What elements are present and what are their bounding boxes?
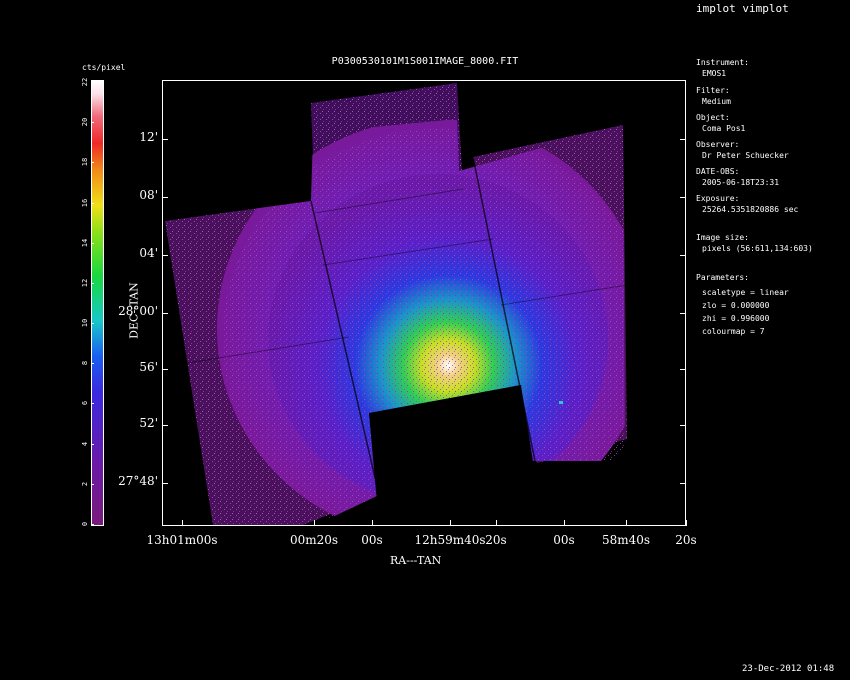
y-tick-mark bbox=[680, 425, 685, 426]
colorbar-tick-mark bbox=[91, 483, 94, 485]
colorbar-tick-label: 8 bbox=[81, 361, 89, 366]
y-tick-mark bbox=[163, 197, 168, 198]
colorbar-tick-mark bbox=[91, 443, 94, 445]
x-tick-label: 20s bbox=[485, 533, 507, 547]
x-tick-label: 00m20s bbox=[289, 533, 339, 547]
x-tick-mark bbox=[686, 520, 687, 526]
colorbar-tick-label: 2 bbox=[81, 481, 89, 486]
y-tick-mark bbox=[680, 197, 685, 198]
colorbar-tick-label: 12 bbox=[81, 278, 89, 288]
colorbar-tick-mark bbox=[91, 323, 94, 325]
y-tick-label: 52' bbox=[139, 416, 158, 430]
x-tick-mark bbox=[496, 520, 497, 526]
y-tick-mark bbox=[680, 313, 685, 314]
colorbar-tick-label: 0 bbox=[81, 521, 89, 527]
colorbar-tick-mark bbox=[91, 363, 94, 365]
parameters-label: Parameters: bbox=[696, 273, 749, 282]
zlo-value: zlo = 0.000000 bbox=[702, 301, 770, 310]
y-tick-label: 56' bbox=[139, 360, 158, 374]
exposure-value: 25264.5351820886 sec bbox=[702, 205, 799, 214]
y-tick-mark bbox=[680, 369, 685, 370]
timestamp: 23-Dec-2012 01:48 bbox=[742, 664, 835, 674]
scaletype-value: scaletype = linear bbox=[702, 288, 789, 297]
observer-label: Observer: bbox=[696, 140, 740, 149]
x-tick-mark bbox=[626, 520, 627, 526]
colorbar-tick-label: 4 bbox=[81, 441, 89, 446]
y-tick-mark bbox=[163, 483, 168, 484]
colorbar-label: cts/pixel bbox=[82, 63, 126, 72]
colorbar-tick-mark bbox=[91, 282, 94, 284]
filter-value: Medium bbox=[702, 97, 731, 106]
object-label: Object: bbox=[696, 113, 730, 122]
colorbar-tick-mark bbox=[91, 82, 94, 83]
x-tick-label: 12h59m40s bbox=[414, 533, 486, 547]
y-tick-mark bbox=[163, 255, 168, 256]
colorbar-tick-mark bbox=[91, 242, 94, 244]
image-size-value: pixels (56:611,134:603) bbox=[702, 244, 813, 253]
y-tick-mark bbox=[680, 483, 685, 484]
zhi-value: zhi = 0.996000 bbox=[702, 314, 770, 323]
x-tick-label: 58m40s bbox=[601, 533, 651, 547]
app-title: implot vimplot bbox=[696, 2, 789, 15]
observer-value: Dr Peter Schuecker bbox=[702, 151, 789, 160]
object-value: Coma Pos1 bbox=[702, 124, 746, 133]
y-tick-mark bbox=[163, 139, 168, 140]
plot-title: P0300530101M1S001IMAGE_8000.FIT bbox=[331, 56, 519, 67]
colorbar-tick-label: 22 bbox=[81, 77, 89, 87]
date-value: 2005-06-18T23:31 bbox=[702, 178, 780, 187]
y-tick-mark bbox=[163, 313, 168, 314]
y-tick-mark bbox=[680, 139, 685, 140]
x-tick-mark bbox=[564, 520, 565, 526]
x-axis-label: RA---TAN bbox=[390, 554, 442, 567]
y-tick-mark bbox=[163, 369, 168, 370]
colorbar-tick-label: 20 bbox=[81, 117, 89, 127]
y-tick-mark bbox=[680, 255, 685, 256]
instrument-label: Instrument: bbox=[696, 58, 749, 67]
colorbar-tick-label: 16 bbox=[81, 198, 89, 207]
exposure-label: Exposure: bbox=[696, 194, 740, 203]
x-tick-label: 00s bbox=[361, 533, 383, 547]
x-tick-mark bbox=[450, 520, 451, 526]
colorbar-tick-mark bbox=[91, 162, 94, 164]
y-tick-label: 12' bbox=[139, 130, 158, 144]
xray-image bbox=[162, 83, 628, 531]
colorbar-tick-mark bbox=[91, 202, 94, 204]
image-size-label: Image size: bbox=[696, 233, 749, 242]
colorbar-tick-label: 14 bbox=[81, 238, 89, 247]
filter-label: Filter: bbox=[696, 86, 730, 95]
y-tick-mark bbox=[163, 425, 168, 426]
x-tick-mark bbox=[372, 520, 373, 526]
colorbar-tick-mark bbox=[91, 403, 94, 405]
x-tick-label: 13h01m00s bbox=[146, 533, 218, 547]
x-tick-mark bbox=[314, 520, 315, 526]
colorbar-tick-mark bbox=[91, 122, 94, 124]
colorbar bbox=[91, 80, 104, 526]
y-axis-label: DEC--TAN bbox=[127, 282, 141, 339]
colorbar-tick-label: 18 bbox=[81, 158, 89, 167]
x-tick-label: 00s bbox=[553, 533, 575, 547]
plot-frame bbox=[162, 80, 686, 531]
date-label: DATE-OBS: bbox=[696, 167, 740, 176]
colorbar-tick-label: 10 bbox=[81, 318, 89, 328]
colorbar-tick-label: 6 bbox=[81, 401, 89, 406]
y-tick-label: 04' bbox=[139, 246, 158, 260]
y-tick-label: 27°48' bbox=[118, 474, 158, 488]
colorbar-tick-mark bbox=[91, 524, 94, 525]
colourmap-value: colourmap = 7 bbox=[702, 327, 765, 336]
x-tick-mark bbox=[182, 520, 183, 526]
x-tick-label: 20s bbox=[675, 533, 697, 547]
y-tick-label: 08' bbox=[139, 188, 158, 202]
instrument-value: EMOS1 bbox=[702, 69, 727, 78]
